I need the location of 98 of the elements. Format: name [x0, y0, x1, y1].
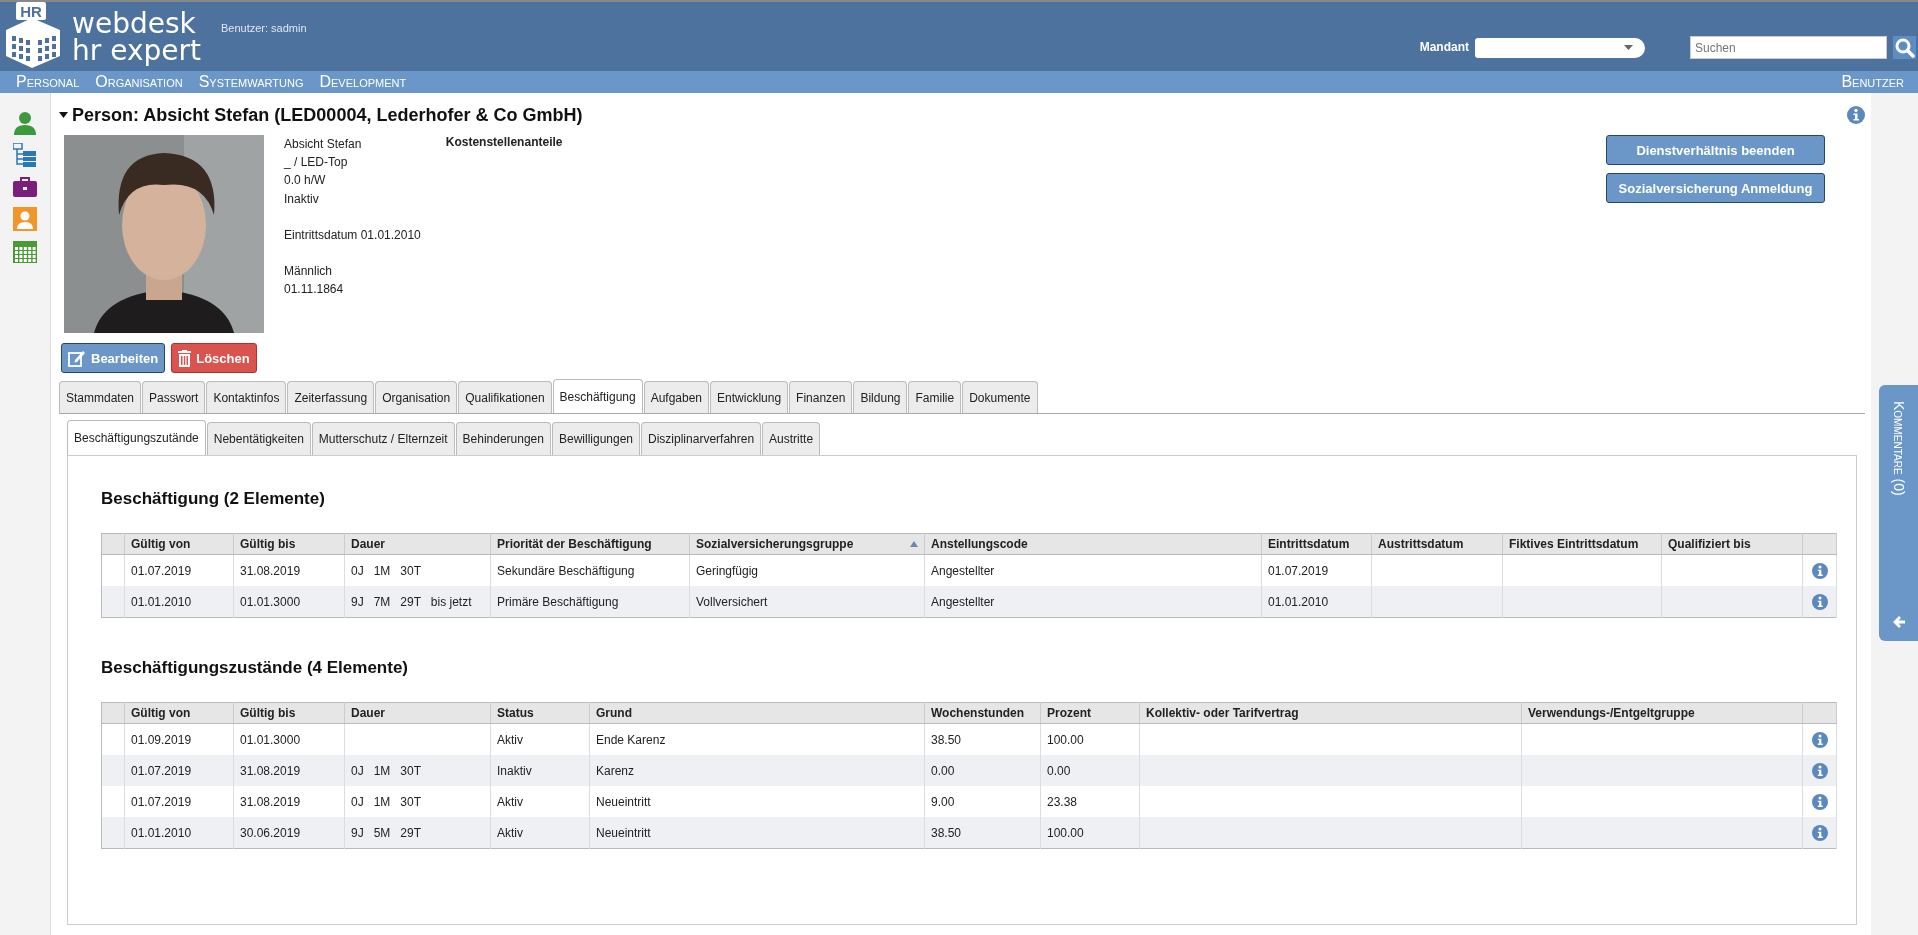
tab[interactable]: Nebentätigkeiten	[206, 422, 311, 455]
logo-text: webdesk	[72, 9, 197, 37]
table-cell: 38.50	[924, 817, 1041, 849]
column-header[interactable]: Dauer	[344, 702, 491, 724]
tab[interactable]: Austritte	[762, 422, 821, 455]
tab[interactable]: Kontaktinfos	[206, 381, 287, 413]
column-header[interactable]: Priorität der Beschäftigung	[490, 533, 690, 555]
tab[interactable]: Beschäftigung	[552, 379, 643, 413]
tab[interactable]: Organisation	[375, 381, 458, 413]
table-cell: 0J 1M 30T	[344, 755, 491, 786]
tab[interactable]: Mutterschutz / Elternzeit	[311, 422, 455, 455]
table-cell: 0.00	[924, 755, 1041, 786]
column-header[interactable]: Anstellungscode	[924, 533, 1262, 555]
detail-text: Männlich	[284, 262, 334, 280]
table-cell: Vollversichert	[689, 586, 925, 618]
person-title: Person: Absicht Stefan (LED00004, Lederhofer & Co GmbH)	[72, 104, 583, 126]
table-cell: 31.08.2019	[233, 755, 345, 786]
column-header[interactable]: Grund	[589, 702, 925, 724]
tab[interactable]: Bewilligungen	[551, 422, 641, 455]
search-field[interactable]: Suchen	[1690, 36, 1887, 59]
tab[interactable]: Entwicklung	[710, 381, 789, 413]
tab[interactable]: Behinderungen	[455, 422, 551, 455]
column-header[interactable]: Dauer	[344, 533, 491, 555]
tab[interactable]: Finanzen	[789, 381, 853, 413]
mandant-dropdown[interactable]	[1475, 37, 1645, 58]
collapse-caret-icon[interactable]	[59, 112, 68, 118]
briefcase-icon[interactable]	[13, 175, 37, 199]
table-cell: 100.00	[1040, 817, 1140, 849]
column-header[interactable]: Gültig von	[124, 533, 234, 555]
info-icon[interactable]	[1811, 593, 1828, 610]
mandant-label: Mandant	[1419, 40, 1469, 54]
column-header[interactable]: Gültig bis	[233, 533, 345, 555]
table-cell: Inaktiv	[490, 755, 590, 786]
column-header[interactable]: Verwendungs-/Entgeltgruppe	[1521, 702, 1803, 724]
detail-text: Inaktiv	[284, 190, 320, 208]
info-icon[interactable]	[1811, 793, 1828, 810]
info-icon[interactable]	[1811, 562, 1828, 579]
info-icon[interactable]	[1811, 824, 1828, 841]
table-cell: Neueintritt	[589, 817, 925, 849]
calendar-icon[interactable]	[13, 239, 37, 263]
column-header[interactable]: Prozent	[1040, 702, 1140, 724]
section-heading: Beschäftigungszustände (4 Elemente)	[101, 658, 409, 678]
search-button[interactable]	[1893, 36, 1916, 59]
section-heading: Beschäftigung (2 Elemente)	[101, 489, 326, 509]
tab[interactable]: Qualifikationen	[458, 381, 552, 413]
trash-icon	[178, 349, 192, 367]
table-cell: 01.01.2010	[1261, 586, 1372, 618]
table-cell: 30.06.2019	[233, 817, 345, 849]
column-header[interactable]: Eintrittsdatum	[1261, 533, 1372, 555]
delete-button[interactable]: Löschen	[171, 343, 257, 373]
tab[interactable]: Passwort	[142, 381, 206, 413]
arrow-left-icon	[1891, 615, 1906, 629]
tab[interactable]: Stammdaten	[59, 381, 142, 413]
edit-icon	[68, 349, 86, 367]
table-cell: 01.01.2010	[124, 817, 234, 849]
column-header[interactable]: Fiktives Eintrittsdatum	[1502, 533, 1662, 555]
column-header[interactable]: Status	[490, 702, 590, 724]
tab[interactable]: Bildung	[853, 381, 908, 413]
person-icon[interactable]	[13, 111, 37, 135]
detail-text: 01.11.1864	[284, 281, 345, 299]
detail-text: _ / LED-Top	[284, 154, 349, 172]
table-cell: 01.01.3000	[233, 586, 345, 618]
column-header[interactable]: Sozialversicherungsgruppe	[689, 533, 925, 555]
column-header[interactable]: Gültig von	[124, 702, 234, 724]
table-cell: Aktiv	[490, 817, 590, 849]
tab[interactable]: Beschäftigungszutände	[67, 420, 206, 455]
info-icon[interactable]	[1847, 106, 1865, 124]
tab[interactable]: Dokumente	[962, 381, 1038, 413]
column-header[interactable]: Qualifiziert bis	[1661, 533, 1803, 555]
info-icon[interactable]	[1811, 762, 1828, 779]
search-icon	[1894, 37, 1915, 58]
detail-text: Eintrittsdatum 01.01.2010	[284, 226, 421, 244]
tab[interactable]: Familie	[908, 381, 962, 413]
column-header[interactable]: Gültig bis	[233, 702, 345, 724]
table-cell: 01.07.2019	[124, 755, 234, 786]
sort-icon	[910, 541, 918, 547]
user-label: Benutzer: sadmin	[220, 22, 307, 34]
contact-card-icon[interactable]	[13, 207, 37, 231]
tab[interactable]: Zeiterfassung	[287, 381, 375, 413]
table-cell: 9J 7M 29T bis jetzt	[344, 586, 491, 618]
cost-heading: Kostenstellenanteile	[445, 135, 563, 151]
tab[interactable]: Disziplinarverfahren	[641, 422, 762, 455]
detail-text: 0.0 h/W	[284, 172, 327, 190]
table-cell: Primäre Beschäftigung	[490, 586, 690, 618]
logo-text: hr expert	[72, 36, 201, 64]
table-cell: 01.01.2010	[124, 586, 234, 618]
info-icon[interactable]	[1811, 731, 1828, 748]
table-cell: Karenz	[589, 755, 925, 786]
column-header[interactable]: Austrittsdatum	[1371, 533, 1503, 555]
tab[interactable]: Aufgaben	[643, 381, 710, 413]
column-header[interactable]: Kollektiv- oder Tarifvertrag	[1139, 702, 1522, 724]
table-cell: Angestellter	[924, 586, 1262, 618]
table-cell: 9J 5M 29T	[344, 817, 491, 849]
detail-text: Absicht Stefan	[284, 136, 363, 153]
table-cell: 0.00	[1040, 755, 1140, 786]
caret-icon	[1624, 45, 1633, 50]
tree-icon[interactable]	[13, 143, 37, 167]
column-header[interactable]: Wochenstunden	[924, 702, 1041, 724]
